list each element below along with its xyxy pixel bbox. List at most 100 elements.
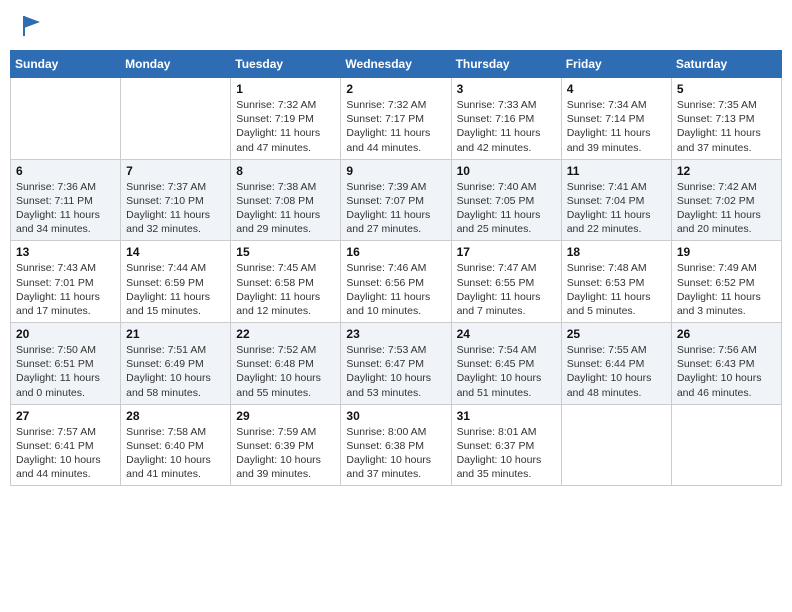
day-info: Sunrise: 7:32 AM Sunset: 7:17 PM Dayligh… (346, 98, 445, 155)
day-number: 25 (567, 327, 666, 341)
calendar-header-row: SundayMondayTuesdayWednesdayThursdayFrid… (11, 51, 782, 78)
calendar-cell: 2 Sunrise: 7:32 AM Sunset: 7:17 PM Daylig… (341, 78, 451, 160)
calendar-week-row: 27 Sunrise: 7:57 AM Sunset: 6:41 PM Dayli… (11, 404, 782, 486)
calendar-cell: 10 Sunrise: 7:40 AM Sunset: 7:05 PM Dayli… (451, 159, 561, 241)
day-number: 27 (16, 409, 115, 423)
day-number: 29 (236, 409, 335, 423)
day-info: Sunrise: 7:54 AM Sunset: 6:45 PM Dayligh… (457, 343, 556, 400)
calendar-cell: 9 Sunrise: 7:39 AM Sunset: 7:07 PM Daylig… (341, 159, 451, 241)
calendar-cell: 19 Sunrise: 7:49 AM Sunset: 6:52 PM Dayli… (671, 241, 781, 323)
day-number: 21 (126, 327, 225, 341)
calendar-cell: 26 Sunrise: 7:56 AM Sunset: 6:43 PM Dayli… (671, 323, 781, 405)
calendar-cell: 18Sunrise: 7:48 AM Sunset: 6:53 PM Dayli… (561, 241, 671, 323)
calendar-cell: 29 Sunrise: 7:59 AM Sunset: 6:39 PM Dayli… (231, 404, 341, 486)
day-number: 13 (16, 245, 115, 259)
calendar-cell: 25 Sunrise: 7:55 AM Sunset: 6:44 PM Dayli… (561, 323, 671, 405)
day-number: 5 (677, 82, 776, 96)
day-info: Sunrise: 7:40 AM Sunset: 7:05 PM Dayligh… (457, 180, 556, 237)
calendar-cell: 27 Sunrise: 7:57 AM Sunset: 6:41 PM Dayli… (11, 404, 121, 486)
day-number: 19 (677, 245, 776, 259)
calendar-week-row: 6Sunrise: 7:36 AM Sunset: 7:11 PM Daylig… (11, 159, 782, 241)
weekday-header-friday: Friday (561, 51, 671, 78)
weekday-header-sunday: Sunday (11, 51, 121, 78)
day-info: Sunrise: 7:39 AM Sunset: 7:07 PM Dayligh… (346, 180, 445, 237)
day-number: 1 (236, 82, 335, 96)
day-info: Sunrise: 7:44 AM Sunset: 6:59 PM Dayligh… (126, 261, 225, 318)
logo (16, 14, 44, 38)
day-info: Sunrise: 7:46 AM Sunset: 6:56 PM Dayligh… (346, 261, 445, 318)
weekday-header-monday: Monday (121, 51, 231, 78)
day-number: 22 (236, 327, 335, 341)
day-info: Sunrise: 8:00 AM Sunset: 6:38 PM Dayligh… (346, 425, 445, 482)
day-number: 11 (567, 164, 666, 178)
day-number: 14 (126, 245, 225, 259)
calendar-cell: 16 Sunrise: 7:46 AM Sunset: 6:56 PM Dayli… (341, 241, 451, 323)
day-number: 10 (457, 164, 556, 178)
calendar-week-row: 20 Sunrise: 7:50 AM Sunset: 6:51 PM Dayli… (11, 323, 782, 405)
day-number: 7 (126, 164, 225, 178)
day-info: Sunrise: 7:33 AM Sunset: 7:16 PM Dayligh… (457, 98, 556, 155)
day-number: 4 (567, 82, 666, 96)
day-number: 18 (567, 245, 666, 259)
calendar-cell: 1 Sunrise: 7:32 AM Sunset: 7:19 PM Daylig… (231, 78, 341, 160)
day-info: Sunrise: 7:35 AM Sunset: 7:13 PM Dayligh… (677, 98, 776, 155)
calendar-cell: 11 Sunrise: 7:41 AM Sunset: 7:04 PM Dayli… (561, 159, 671, 241)
day-info: Sunrise: 7:58 AM Sunset: 6:40 PM Dayligh… (126, 425, 225, 482)
day-number: 20 (16, 327, 115, 341)
calendar-cell (121, 78, 231, 160)
day-info: Sunrise: 8:01 AM Sunset: 6:37 PM Dayligh… (457, 425, 556, 482)
day-number: 24 (457, 327, 556, 341)
day-number: 16 (346, 245, 445, 259)
day-info: Sunrise: 7:47 AM Sunset: 6:55 PM Dayligh… (457, 261, 556, 318)
day-number: 23 (346, 327, 445, 341)
day-info: Sunrise: 7:36 AM Sunset: 7:11 PM Dayligh… (16, 180, 115, 237)
day-info: Sunrise: 7:56 AM Sunset: 6:43 PM Dayligh… (677, 343, 776, 400)
calendar-cell: 8 Sunrise: 7:38 AM Sunset: 7:08 PM Daylig… (231, 159, 341, 241)
calendar-cell: 14 Sunrise: 7:44 AM Sunset: 6:59 PM Dayli… (121, 241, 231, 323)
calendar-cell: 4 Sunrise: 7:34 AM Sunset: 7:14 PM Daylig… (561, 78, 671, 160)
day-number: 3 (457, 82, 556, 96)
day-number: 8 (236, 164, 335, 178)
calendar-cell: 3 Sunrise: 7:33 AM Sunset: 7:16 PM Daylig… (451, 78, 561, 160)
day-info: Sunrise: 7:50 AM Sunset: 6:51 PM Dayligh… (16, 343, 115, 400)
day-number: 31 (457, 409, 556, 423)
calendar-cell: 6Sunrise: 7:36 AM Sunset: 7:11 PM Daylig… (11, 159, 121, 241)
day-number: 15 (236, 245, 335, 259)
day-info: Sunrise: 7:52 AM Sunset: 6:48 PM Dayligh… (236, 343, 335, 400)
day-info: Sunrise: 7:53 AM Sunset: 6:47 PM Dayligh… (346, 343, 445, 400)
day-number: 12 (677, 164, 776, 178)
page-header (10, 10, 782, 42)
day-number: 26 (677, 327, 776, 341)
calendar-cell: 13 Sunrise: 7:43 AM Sunset: 7:01 PM Dayli… (11, 241, 121, 323)
weekday-header-saturday: Saturday (671, 51, 781, 78)
calendar-cell: 17Sunrise: 7:47 AM Sunset: 6:55 PM Dayli… (451, 241, 561, 323)
logo-flag-icon (20, 14, 44, 38)
day-info: Sunrise: 7:32 AM Sunset: 7:19 PM Dayligh… (236, 98, 335, 155)
weekday-header-tuesday: Tuesday (231, 51, 341, 78)
calendar-cell: 22 Sunrise: 7:52 AM Sunset: 6:48 PM Dayli… (231, 323, 341, 405)
weekday-header-thursday: Thursday (451, 51, 561, 78)
day-info: Sunrise: 7:59 AM Sunset: 6:39 PM Dayligh… (236, 425, 335, 482)
day-number: 2 (346, 82, 445, 96)
day-info: Sunrise: 7:41 AM Sunset: 7:04 PM Dayligh… (567, 180, 666, 237)
calendar-table: SundayMondayTuesdayWednesdayThursdayFrid… (10, 50, 782, 486)
calendar-cell (671, 404, 781, 486)
calendar-cell: 23 Sunrise: 7:53 AM Sunset: 6:47 PM Dayli… (341, 323, 451, 405)
calendar-cell: 7Sunrise: 7:37 AM Sunset: 7:10 PM Daylig… (121, 159, 231, 241)
day-number: 9 (346, 164, 445, 178)
calendar-cell (11, 78, 121, 160)
day-info: Sunrise: 7:57 AM Sunset: 6:41 PM Dayligh… (16, 425, 115, 482)
calendar-cell: 21Sunrise: 7:51 AM Sunset: 6:49 PM Dayli… (121, 323, 231, 405)
day-info: Sunrise: 7:49 AM Sunset: 6:52 PM Dayligh… (677, 261, 776, 318)
calendar-cell: 28 Sunrise: 7:58 AM Sunset: 6:40 PM Dayli… (121, 404, 231, 486)
day-info: Sunrise: 7:38 AM Sunset: 7:08 PM Dayligh… (236, 180, 335, 237)
day-number: 28 (126, 409, 225, 423)
calendar-cell: 30Sunrise: 8:00 AM Sunset: 6:38 PM Dayli… (341, 404, 451, 486)
day-info: Sunrise: 7:43 AM Sunset: 7:01 PM Dayligh… (16, 261, 115, 318)
calendar-cell: 5 Sunrise: 7:35 AM Sunset: 7:13 PM Daylig… (671, 78, 781, 160)
day-info: Sunrise: 7:55 AM Sunset: 6:44 PM Dayligh… (567, 343, 666, 400)
weekday-header-wednesday: Wednesday (341, 51, 451, 78)
calendar-cell: 20 Sunrise: 7:50 AM Sunset: 6:51 PM Dayli… (11, 323, 121, 405)
calendar-week-row: 1 Sunrise: 7:32 AM Sunset: 7:19 PM Daylig… (11, 78, 782, 160)
day-info: Sunrise: 7:34 AM Sunset: 7:14 PM Dayligh… (567, 98, 666, 155)
